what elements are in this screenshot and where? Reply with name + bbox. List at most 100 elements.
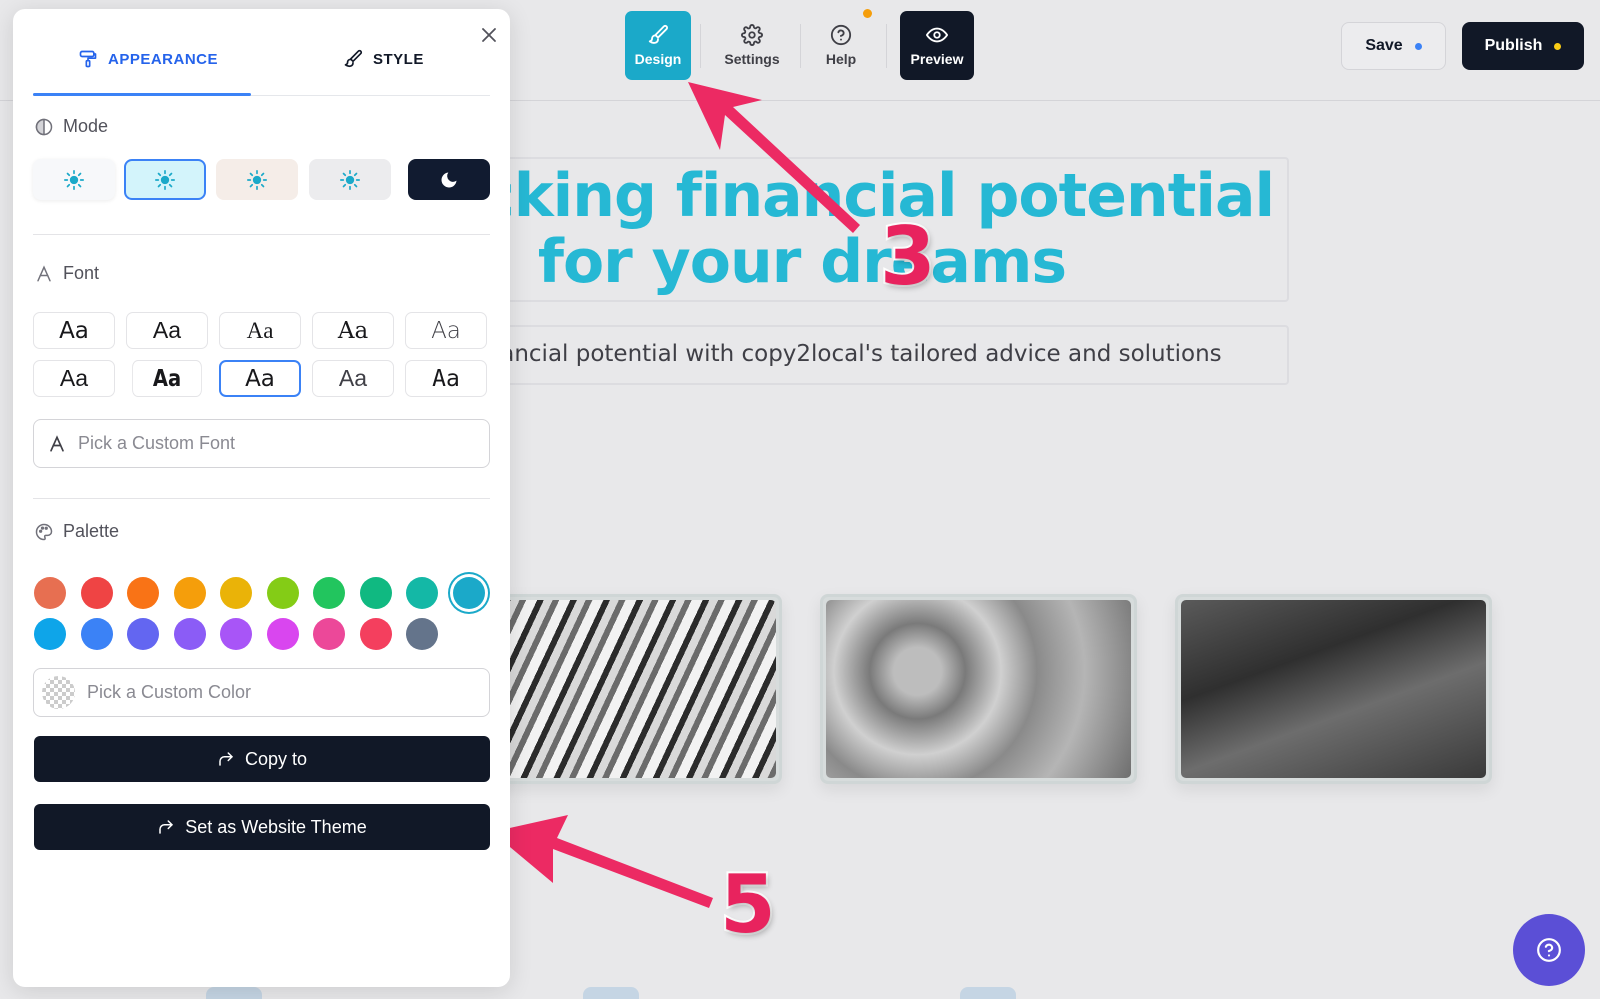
sun-icon — [247, 169, 267, 190]
gear-icon — [741, 24, 763, 46]
gallery-image-card[interactable] — [820, 594, 1137, 784]
font-section-label: Font — [35, 263, 99, 284]
font-option-selected[interactable]: Aa — [219, 360, 301, 397]
mode-option-light-gray[interactable] — [309, 159, 391, 200]
palette-swatch[interactable] — [173, 577, 206, 609]
palette-swatch[interactable] — [220, 618, 252, 650]
palette-swatch[interactable] — [266, 577, 299, 609]
font-option[interactable]: Aa — [219, 312, 301, 349]
publish-indicator-dot — [1554, 42, 1562, 50]
paintbrush-icon — [648, 24, 668, 44]
design-panel: APPEARANCE STYLE Mode Font Aa Aa Aa Aa A… — [13, 9, 510, 987]
palette-label: Palette — [63, 521, 120, 541]
palette-swatch[interactable] — [34, 577, 66, 609]
palette-swatch[interactable] — [80, 618, 113, 650]
font-label: Font — [63, 263, 100, 283]
publish-label: Publish — [1484, 37, 1543, 54]
palette-swatch[interactable] — [313, 618, 345, 650]
tab-appearance[interactable]: APPEARANCE — [78, 49, 218, 69]
palette-icon — [35, 523, 53, 540]
palette-swatch[interactable] — [34, 618, 66, 650]
section-handle[interactable] — [206, 987, 262, 999]
checkerboard-icon — [42, 676, 75, 709]
palette-swatch[interactable] — [127, 577, 159, 609]
palette-swatch[interactable] — [266, 618, 299, 650]
sun-icon — [64, 169, 84, 190]
toolbar-divider — [700, 24, 701, 68]
section-divider — [33, 234, 490, 235]
section-divider — [33, 498, 490, 499]
palette-swatch[interactable] — [80, 577, 113, 609]
copy-to-button[interactable]: Copy to — [34, 736, 490, 782]
gallery-image — [826, 600, 1131, 778]
set-website-theme-button[interactable]: Set as Website Theme — [34, 804, 490, 850]
palette-swatch[interactable] — [359, 618, 392, 650]
mode-option-light[interactable] — [33, 159, 115, 200]
gallery-image-card[interactable] — [1175, 594, 1492, 784]
palette-section-label: Palette — [35, 521, 119, 542]
help-label: Help — [825, 51, 857, 67]
tab-style-label: STYLE — [373, 50, 424, 68]
design-label: Design — [634, 51, 682, 67]
font-option[interactable]: Aa — [312, 312, 394, 349]
mode-option-light-warm[interactable] — [216, 159, 298, 200]
question-circle-icon — [830, 24, 852, 46]
eye-icon — [926, 27, 948, 43]
font-option[interactable]: Aa — [312, 360, 394, 397]
font-option[interactable]: Aa — [132, 360, 202, 397]
settings-button[interactable]: Settings — [712, 11, 792, 80]
share-arrow-icon — [219, 752, 233, 766]
settings-label: Settings — [724, 51, 780, 67]
mode-section-label: Mode — [35, 116, 108, 137]
preview-label: Preview — [910, 51, 964, 67]
share-arrow-icon — [159, 820, 174, 834]
font-option[interactable]: Aa — [405, 312, 487, 349]
unsaved-indicator-dot — [1414, 42, 1422, 50]
notification-dot — [863, 9, 872, 18]
section-handle[interactable] — [960, 987, 1016, 999]
preview-button[interactable]: Preview — [900, 11, 974, 80]
contrast-icon — [35, 118, 53, 135]
font-option[interactable]: Aa — [33, 312, 115, 349]
hero-subtitle-block[interactable]: Unlock your financial potential with cop… — [505, 325, 1289, 385]
palette-swatch-selected[interactable] — [452, 577, 485, 609]
publish-button[interactable]: Publish — [1462, 22, 1584, 70]
palette-swatch[interactable] — [359, 577, 392, 609]
sun-icon — [340, 169, 360, 190]
mode-option-dark[interactable] — [408, 159, 490, 200]
font-option[interactable]: Aa — [126, 312, 208, 349]
custom-color-placeholder: Pick a Custom Color — [87, 682, 252, 702]
section-handle[interactable] — [583, 987, 639, 999]
palette-swatch[interactable] — [173, 618, 206, 650]
custom-color-field[interactable]: Pick a Custom Color — [33, 668, 490, 717]
panel-tabs: APPEARANCE STYLE — [33, 9, 490, 96]
palette-swatch[interactable] — [127, 618, 159, 650]
palette-swatch[interactable] — [220, 577, 252, 609]
palette-swatch[interactable] — [406, 618, 438, 650]
set-website-theme-label: Set as Website Theme — [185, 816, 367, 837]
paintbrush-icon — [344, 49, 363, 68]
palette-swatch[interactable] — [406, 577, 438, 609]
gallery-image — [1181, 600, 1486, 778]
step-number-3: 3 — [878, 208, 938, 305]
help-button[interactable]: Help — [808, 11, 874, 80]
palette-swatch[interactable] — [313, 577, 345, 609]
font-icon — [37, 264, 51, 281]
font-option[interactable]: Aa — [405, 360, 487, 397]
save-button[interactable]: Save — [1341, 22, 1446, 70]
toolbar-divider — [886, 24, 887, 68]
font-option[interactable]: Aa — [33, 360, 115, 397]
tab-style[interactable]: STYLE — [343, 49, 424, 69]
save-label: Save — [1365, 37, 1403, 54]
font-icon — [50, 434, 64, 452]
support-chat-button[interactable] — [1513, 914, 1585, 986]
custom-font-placeholder: Pick a Custom Font — [78, 433, 236, 453]
design-button[interactable]: Design — [625, 11, 691, 80]
active-tab-indicator — [33, 93, 251, 96]
gallery-image-card[interactable] — [465, 594, 782, 784]
gallery-image — [471, 600, 776, 778]
mode-option-light-blue[interactable] — [124, 159, 206, 200]
custom-font-field[interactable]: Pick a Custom Font — [33, 419, 490, 468]
toolbar-divider — [800, 24, 801, 68]
hero-subtitle: Unlock your financial potential with cop… — [507, 341, 1222, 367]
